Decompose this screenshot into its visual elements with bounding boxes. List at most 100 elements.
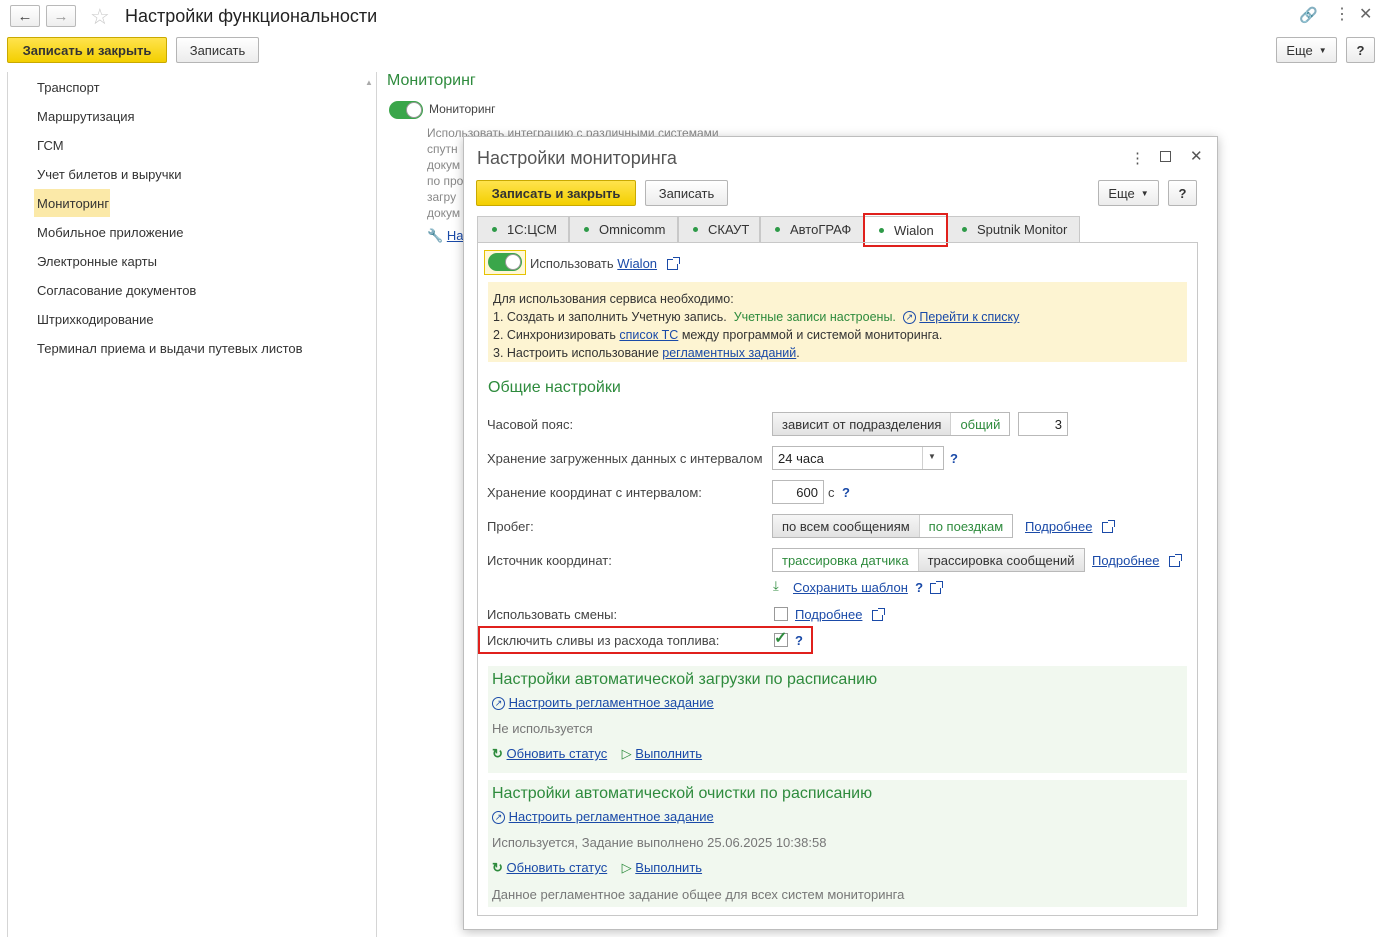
auto-load-refresh-link[interactable]: Обновить статус [507, 746, 608, 761]
chevron-down-icon: ▼ [1140, 188, 1149, 198]
shifts-more[interactable]: Подробнее [795, 607, 886, 622]
dialog-more-button[interactable]: Еще ▼ [1098, 180, 1159, 206]
info-line-2-post: между программой и системой мониторинга. [681, 328, 943, 342]
forward-button[interactable]: → [46, 5, 76, 27]
settings-link[interactable]: 🔧 На [427, 228, 463, 244]
dialog-save-close-button[interactable]: Записать и закрыть [476, 180, 636, 206]
sidebar-item-monitoring[interactable]: Мониторинг [37, 196, 109, 211]
external-link-icon[interactable] [666, 257, 680, 271]
download-icon: ⤓ [773, 578, 779, 593]
auto-clean-configure-link: Настроить регламентное задание [508, 809, 714, 824]
auto-clean-actions: ↻ Обновить статус ▷ Выполнить [492, 860, 702, 876]
info-line-3-pre: 3. Настроить использование [493, 346, 659, 360]
sidebar-item-routing[interactable]: Маршрутизация [37, 109, 135, 124]
star-icon[interactable]: ☆ [90, 4, 110, 30]
tab-label: АвтоГРАФ [790, 222, 852, 237]
dialog-save-button[interactable]: Записать [645, 180, 728, 206]
auto-clean-refresh-link[interactable]: Обновить статус [507, 860, 608, 875]
sidebar-item-tickets[interactable]: Учет билетов и выручки [37, 167, 181, 182]
auto-clean-note: Данное регламентное задание общее для вс… [492, 887, 905, 902]
monitoring-toggle-label: Мониторинг [429, 102, 496, 116]
shifts-more-link: Подробнее [795, 607, 863, 622]
dropdown-divider [922, 447, 923, 469]
goto-icon: ↗ [492, 811, 505, 825]
auto-clean-title: Настройки автоматической очистки по расп… [492, 785, 873, 802]
external-link-icon [1102, 520, 1116, 534]
refresh-icon: ↻ [492, 860, 503, 875]
source-more-link: Подробнее [1092, 553, 1160, 568]
coords-interval-input[interactable]: 600 [772, 480, 824, 504]
play-icon: ▷ [621, 746, 632, 761]
exclude-drains-help-icon[interactable]: ? [795, 633, 803, 648]
coords-help-icon[interactable]: ? [842, 485, 850, 500]
source-more[interactable]: Подробнее [1092, 553, 1183, 568]
sidebar-item-e-maps[interactable]: Электронные карты [37, 254, 157, 269]
tab-skaut[interactable]: СКАУТ [678, 216, 760, 242]
source-option-messages[interactable]: трассировка сообщений [917, 549, 1084, 571]
save-button[interactable]: Записать [176, 37, 259, 63]
maximize-icon[interactable] [1160, 151, 1171, 162]
storage-help-icon[interactable]: ? [950, 451, 958, 466]
arrow-left-icon: ← [17, 7, 33, 25]
info-line-1-text: 1. Создать и заполнить Учетную запись. [493, 310, 727, 324]
dialog-close-icon[interactable]: ✕ [1190, 147, 1203, 165]
sidebar-item-terminal[interactable]: Терминал приема и выдачи путевых листов [37, 341, 303, 356]
more-vert-icon[interactable]: ⋮ [1334, 4, 1350, 24]
use-label: Использовать Wialon [530, 256, 680, 271]
mileage-label: Пробег: [487, 519, 534, 534]
accounts-status: Учетные записи настроены. [733, 310, 896, 324]
wialon-link[interactable]: Wialon [617, 256, 657, 271]
timezone-option-common[interactable]: общий [950, 413, 1010, 435]
link-icon[interactable]: 🔗 [1299, 6, 1318, 24]
vehicle-list-link[interactable]: список ТС [619, 328, 678, 342]
use-wialon-toggle[interactable] [488, 253, 522, 271]
tab-1c-csm[interactable]: 1С:ЦСМ [477, 216, 569, 242]
goto-list-link[interactable]: Перейти к списку [919, 310, 1019, 324]
help-button[interactable]: ? [1346, 37, 1375, 63]
timezone-option-subdivision[interactable]: зависит от подразделения [773, 413, 951, 435]
exclude-drains-label: Исключить сливы из расхода топлива: [487, 633, 720, 648]
timezone-selector[interactable]: зависит от подразделения общий [772, 412, 1011, 436]
mileage-selector[interactable]: по всем сообщениям по поездкам [772, 514, 1014, 538]
sidebar-item-doc-approval[interactable]: Согласование документов [37, 283, 196, 298]
shifts-checkbox[interactable] [774, 607, 788, 621]
mileage-option-all[interactable]: по всем сообщениям [773, 515, 919, 537]
tab-omnicomm[interactable]: Omnicomm [569, 216, 678, 242]
dropdown-arrow-icon[interactable]: ▼ [928, 452, 936, 461]
save-template-help-icon[interactable]: ? [915, 580, 923, 595]
auto-load-run-link[interactable]: Выполнить [635, 746, 702, 761]
use-label-text: Использовать [530, 256, 614, 271]
auto-clean-configure[interactable]: ↗ Настроить регламентное задание [492, 809, 714, 825]
tab-avtograf[interactable]: АвтоГРАФ [760, 216, 864, 242]
auto-clean-run-link[interactable]: Выполнить [635, 860, 702, 875]
info-line-2-pre: 2. Синхронизировать [493, 328, 616, 342]
save-template[interactable]: Сохранить шаблон ? [793, 580, 944, 595]
source-option-sensor[interactable]: трассировка датчика [773, 549, 918, 571]
sidebar-item-barcoding[interactable]: Штрихкодирование [37, 312, 154, 327]
sidebar-item-fuel[interactable]: ГСМ [37, 138, 64, 153]
auto-load-configure[interactable]: ↗ Настроить регламентное задание [492, 695, 714, 711]
monitoring-toggle[interactable] [389, 101, 423, 119]
scroll-up-icon[interactable]: ▲ [365, 78, 373, 87]
mileage-more[interactable]: Подробнее [1025, 519, 1116, 534]
back-button[interactable]: ← [10, 5, 40, 27]
dialog-more-vert-icon[interactable]: ⋮ [1130, 149, 1145, 167]
external-link-icon[interactable] [930, 581, 944, 595]
sidebar-item-mobile-app[interactable]: Мобильное приложение [37, 225, 183, 240]
sidebar-item-transport[interactable]: Транспорт [37, 80, 100, 95]
status-dot-icon [693, 227, 698, 232]
info-line-1: 1. Создать и заполнить Учетную запись. У… [493, 308, 1019, 326]
more-button[interactable]: Еще ▼ [1276, 37, 1337, 63]
auto-load-title: Настройки автоматической загрузки по рас… [492, 671, 878, 688]
scheduled-jobs-link[interactable]: регламентных заданий [662, 346, 796, 360]
coords-source-selector[interactable]: трассировка датчика трассировка сообщени… [772, 548, 1085, 572]
save-close-button[interactable]: Записать и закрыть [7, 37, 167, 63]
close-icon[interactable]: ✕ [1359, 4, 1372, 24]
tab-sputnik-monitor[interactable]: Sputnik Monitor [947, 216, 1080, 242]
arrow-right-icon: → [53, 7, 69, 25]
timezone-value-input[interactable]: 3 [1018, 412, 1068, 436]
storage-interval-select[interactable]: 24 часа [772, 446, 944, 470]
mileage-option-trips[interactable]: по поездкам [918, 515, 1013, 537]
dialog-help-button[interactable]: ? [1168, 180, 1197, 206]
auto-load-configure-link: Настроить регламентное задание [508, 695, 714, 710]
